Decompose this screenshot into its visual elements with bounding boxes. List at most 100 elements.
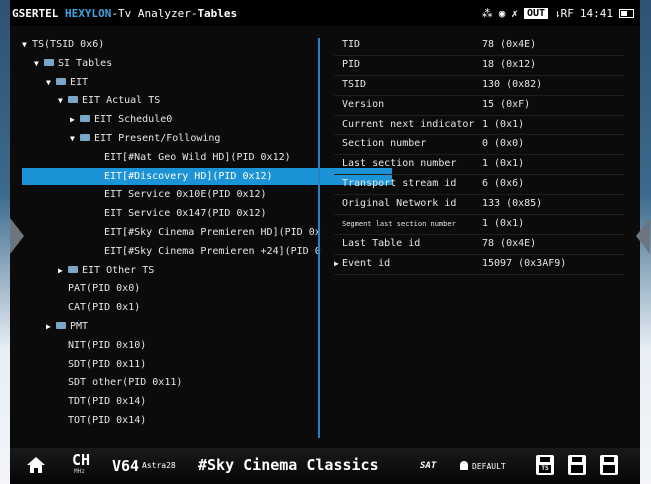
user-icon xyxy=(460,461,468,470)
detail-value: 15097 (0x3AF9) xyxy=(482,257,567,269)
app-name: -Tv Analyzer- xyxy=(111,6,198,20)
detail-row: Version 15 (0xF) xyxy=(334,96,624,116)
channel-number[interactable]: V64 xyxy=(112,457,139,475)
tree-item[interactable]: ▼ SI Tables xyxy=(22,55,112,72)
detail-row: Original Network id 133 (0x85) xyxy=(334,195,624,216)
expand-icon[interactable]: ▶ xyxy=(58,262,68,279)
save-buttons: TS xyxy=(536,455,618,475)
detail-key: PID xyxy=(342,58,361,70)
home-icon xyxy=(27,457,45,473)
expand-icon[interactable]: ▶ xyxy=(70,111,80,128)
tree-item-label: EIT Other TS xyxy=(82,264,155,276)
detail-value: 78 (0x4E) xyxy=(482,39,537,50)
channel-button[interactable]: CH xyxy=(72,453,90,468)
tree-item[interactable]: TOT(PID 0x14) xyxy=(22,412,146,429)
tree-item-label: PAT(PID 0x0) xyxy=(68,283,141,295)
collapse-icon[interactable]: ▼ xyxy=(22,36,32,53)
folder-icon xyxy=(56,322,66,329)
tree-item-label: EIT[#Nat Geo Wild HD](PID 0x12) xyxy=(104,151,291,163)
tree-item[interactable]: ▶ PMT xyxy=(22,318,88,335)
collapse-icon[interactable]: ▼ xyxy=(46,74,56,91)
detail-row: Segment last section number 1 (0x1) xyxy=(334,215,624,235)
detail-row: Last section number 1 (0x1) xyxy=(334,155,624,176)
tree-item[interactable]: SDT other(PID 0x11) xyxy=(22,374,182,391)
tree-item-label: SDT other(PID 0x11) xyxy=(68,377,183,389)
tree-item-label: EIT[#Sky Cinema Premieren +24](PID 0 xyxy=(104,245,321,257)
top-bar: GSERTEL HEXYLON-Tv Analyzer-Tables ⁂ ◉ ✗… xyxy=(10,0,640,26)
brand-hexylon: HEXYLON xyxy=(64,6,112,20)
tree-item[interactable]: EIT Service 0x10E(PID 0x12) xyxy=(22,186,267,203)
detail-row: PID 18 (0x12) xyxy=(334,56,624,76)
detail-value: 1 (0x1) xyxy=(482,118,525,130)
panel-divider xyxy=(318,38,320,438)
expand-icon[interactable]: ▶ xyxy=(334,255,339,273)
table-tree[interactable]: ▼ TS(TSID 0x6) ▼ SI Tables ▼ EIT ▼ EIT Actual T… xyxy=(22,36,392,434)
collapse-icon[interactable]: ▼ xyxy=(70,130,80,147)
tree-item[interactable]: SDT(PID 0x11) xyxy=(22,356,146,373)
sat-band-icon[interactable]: SAT xyxy=(420,461,436,471)
tree-item[interactable]: EIT[#Sky Cinema Premieren HD](PID 0x xyxy=(22,224,321,241)
tree-item-label: PMT xyxy=(70,321,89,332)
detail-key: Event id xyxy=(342,257,391,269)
tree-item-label: SDT(PID 0x11) xyxy=(68,358,147,370)
tree-item-label: CAT(PID 0x1) xyxy=(68,302,141,314)
folder-icon xyxy=(56,77,66,85)
detail-key: Segment last section number xyxy=(342,220,456,229)
save-ts-label: TS xyxy=(541,465,549,472)
network-icon: ⁂ xyxy=(481,6,493,20)
detail-key: TID xyxy=(342,39,361,50)
detail-value: 18 (0x12) xyxy=(482,58,537,70)
save-ts-button[interactable]: TS xyxy=(536,455,554,475)
detail-row: Current next indicator 1 (0x1) xyxy=(334,116,624,136)
tree-item[interactable]: ▼ EIT xyxy=(22,74,88,91)
out-badge: OUT xyxy=(523,7,548,19)
satellite-name: Astra28 xyxy=(142,461,176,470)
program-name[interactable]: #Sky Cinema Classics xyxy=(198,456,379,474)
brand-gsertel: GSERTEL xyxy=(12,6,59,20)
detail-row[interactable]: ▶ Event id 15097 (0x3AF9) xyxy=(334,255,624,275)
tree-item[interactable]: ▼ TS(TSID 0x6) xyxy=(22,36,104,53)
detail-key: Last section number xyxy=(342,158,457,170)
folder-icon xyxy=(68,265,78,273)
tree-item[interactable]: TDT(PID 0x14) xyxy=(22,393,146,410)
detail-row: TSID 130 (0x82) xyxy=(334,76,624,96)
tree-item-label: EIT Present/Following xyxy=(94,133,221,144)
detail-value: 0 (0x0) xyxy=(482,138,525,150)
save-button[interactable] xyxy=(568,455,586,475)
tree-item-label: EIT[#Sky Cinema Premieren HD](PID 0x xyxy=(104,227,321,238)
detail-value: 78 (0x4E) xyxy=(482,237,537,249)
page-name: Tables xyxy=(197,6,238,20)
tree-item-label: EIT[#Discovery HD](PID 0x12) xyxy=(104,170,273,182)
tree-item-label: TS(TSID 0x6) xyxy=(32,39,105,50)
detail-key: Last Table id xyxy=(342,237,421,249)
battery-icon xyxy=(619,8,634,18)
user-label: DEFAULT xyxy=(472,462,506,471)
tree-item[interactable]: ▶ EIT Other TS xyxy=(22,262,154,279)
detail-row: TID 78 (0x4E) xyxy=(334,36,624,56)
collapse-icon[interactable]: ▼ xyxy=(58,92,68,109)
folder-icon xyxy=(80,134,90,141)
tree-item-label: EIT xyxy=(70,76,89,88)
tree-item-label: TOT(PID 0x14) xyxy=(68,415,147,426)
home-button[interactable] xyxy=(26,456,46,478)
tree-item[interactable]: NIT(PID 0x10) xyxy=(22,337,146,354)
save-as-button[interactable] xyxy=(600,455,618,475)
collapse-icon[interactable]: ▼ xyxy=(34,55,44,72)
detail-row: Section number 0 (0x0) xyxy=(334,135,624,156)
tree-item[interactable]: CAT(PID 0x1) xyxy=(22,299,140,316)
folder-icon xyxy=(44,58,54,66)
tree-item-label: EIT Service 0x147(PID 0x12) xyxy=(104,208,267,220)
expand-icon[interactable]: ▶ xyxy=(46,318,56,335)
tree-item[interactable]: EIT[#Sky Cinema Premieren +24](PID 0 xyxy=(22,243,321,260)
detail-key: TSID xyxy=(342,78,367,90)
detail-row: Transport stream id 6 (0x6) xyxy=(334,175,624,196)
table-details: TID 78 (0x4E) PID 18 (0x12) TSID 130 (0x82) Ve… xyxy=(334,36,624,275)
tree-item[interactable]: EIT[#Nat Geo Wild HD](PID 0x12) xyxy=(22,149,291,166)
mhz-label: MHz xyxy=(74,468,85,475)
tree-item[interactable]: ▼ EIT Actual TS xyxy=(22,92,160,109)
tree-item[interactable]: PAT(PID 0x0) xyxy=(22,280,140,297)
tree-item[interactable]: EIT Service 0x147(PID 0x12) xyxy=(22,205,267,222)
tree-item[interactable]: ▼ EIT Present/Following xyxy=(22,130,220,147)
tree-item[interactable]: ▶ EIT Schedule0 xyxy=(22,111,172,128)
user-button[interactable]: DEFAULT xyxy=(460,461,506,471)
